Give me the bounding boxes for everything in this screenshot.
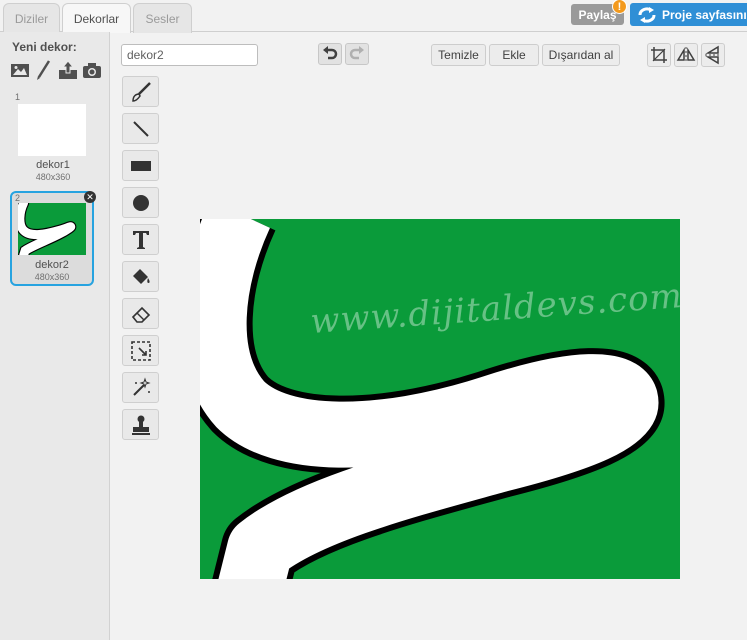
costume-number: 2	[15, 193, 21, 203]
undo-button[interactable]	[318, 43, 342, 65]
ellipse-icon	[132, 194, 149, 211]
project-label: Proje sayfasını	[662, 7, 747, 22]
set-center-button[interactable]	[647, 43, 671, 67]
text-tool[interactable]	[122, 224, 159, 255]
remix-arrows-icon	[638, 6, 656, 23]
image-icon[interactable]	[10, 60, 30, 80]
brush-icon	[131, 81, 151, 102]
tab-label: Sesler	[145, 11, 180, 26]
stamp-tool[interactable]	[122, 409, 159, 440]
tab-dekorlar[interactable]: Dekorlar	[62, 3, 131, 33]
delete-costume-button[interactable]: ✕	[84, 191, 96, 203]
eraser-tool[interactable]	[122, 298, 159, 329]
tab-diziler[interactable]: Diziler	[3, 3, 60, 33]
brush-tool[interactable]	[122, 76, 159, 107]
flip-horizontal-button[interactable]	[674, 43, 698, 67]
text-icon	[132, 230, 149, 249]
share-label: Paylaş	[578, 7, 617, 22]
costume-size: 480x360	[35, 172, 71, 182]
select-icon	[130, 340, 151, 361]
costume-item-dekor2[interactable]: 2 ✕ dekor2 480x360	[10, 191, 96, 286]
paintbrush-icon[interactable]	[34, 60, 54, 80]
flip-horizontal-icon	[676, 47, 696, 63]
undo-icon	[323, 46, 338, 60]
crop-icon	[651, 47, 667, 63]
redo-button[interactable]	[345, 43, 369, 65]
add-label: Ekle	[502, 48, 526, 62]
ellipse-tool[interactable]	[122, 187, 159, 218]
road-drawing	[200, 219, 665, 579]
rectangle-tool[interactable]	[122, 150, 159, 181]
flip-vertical-icon	[705, 45, 721, 65]
paint-canvas[interactable]: www.dijitaldevs.com	[200, 219, 680, 579]
tab-sesler[interactable]: Sesler	[133, 3, 192, 33]
import-label: Dışarıdan al	[548, 48, 614, 62]
line-icon	[132, 120, 149, 137]
clear-label: Temizle	[438, 48, 479, 62]
select-remove-tool[interactable]	[122, 372, 159, 403]
redo-icon	[349, 46, 364, 60]
costume-name: dekor2	[35, 259, 69, 271]
upload-icon[interactable]	[58, 60, 78, 80]
costume-name-input[interactable]	[121, 44, 258, 66]
flip-vertical-button[interactable]	[701, 43, 725, 67]
camera-icon[interactable]	[82, 60, 102, 80]
tab-bar: Diziler Dekorlar Sesler Paylaş ! Proje s…	[0, 0, 747, 33]
new-costume-buttons	[10, 60, 102, 80]
costume-number: 1	[15, 92, 21, 102]
project-page-button[interactable]: Proje sayfasını	[630, 3, 747, 26]
select-remove-icon	[132, 376, 151, 396]
eraser-icon	[131, 306, 150, 323]
new-costume-label: Yeni dekor:	[12, 40, 77, 54]
costume-panel: Yeni dekor: 1 dekor1 480x360 2 ✕ dekor2 …	[0, 32, 110, 640]
fill-icon	[132, 268, 150, 284]
import-button[interactable]: Dışarıdan al	[542, 44, 620, 66]
alert-badge: !	[612, 0, 627, 14]
clear-button[interactable]: Temizle	[431, 44, 486, 66]
add-button[interactable]: Ekle	[489, 44, 539, 66]
tab-label: Diziler	[14, 11, 49, 26]
costume-thumbnail	[18, 104, 86, 156]
costume-size: 480x360	[34, 272, 70, 282]
costume-name: dekor1	[36, 159, 70, 171]
costume-thumbnail	[18, 203, 86, 255]
line-tool[interactable]	[122, 113, 159, 144]
select-tool[interactable]	[122, 335, 159, 366]
tab-label: Dekorlar	[73, 11, 120, 26]
stamp-icon	[131, 415, 150, 435]
rectangle-icon	[130, 160, 151, 171]
costume-item-dekor1[interactable]: 1 dekor1 480x360	[12, 92, 94, 185]
fill-tool[interactable]	[122, 261, 159, 292]
